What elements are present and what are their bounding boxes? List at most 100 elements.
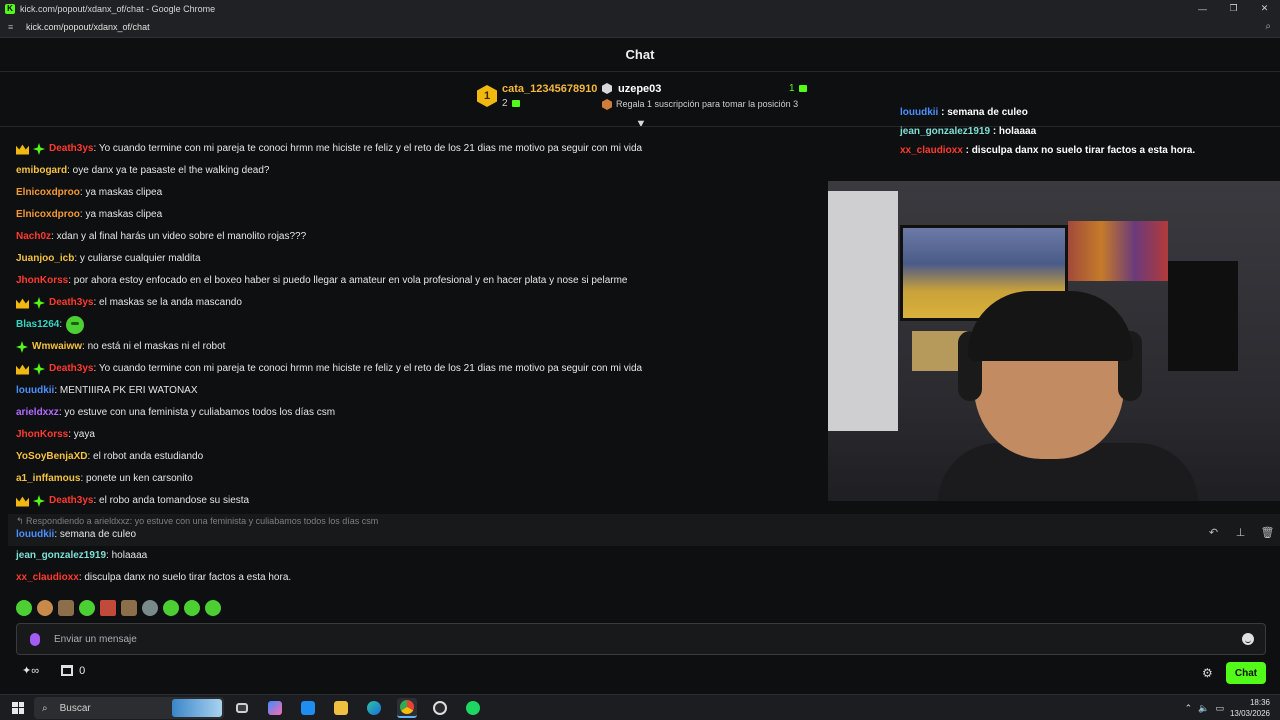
chat-username[interactable]: JhonKorss [16, 424, 68, 446]
emote-icon[interactable] [142, 600, 158, 616]
taskbar-search[interactable]: ⌕ Buscar [34, 697, 224, 719]
network-icon[interactable]: ▭ [1215, 703, 1224, 714]
minimize-button[interactable]: — [1187, 0, 1218, 17]
chat-message[interactable]: a1_inffamous: ponete un ken carsonito [16, 468, 193, 490]
chat-message[interactable]: JhonKorss: por ahora estoy enfocado en e… [16, 270, 627, 292]
chat-username[interactable]: Death3ys [49, 292, 93, 314]
chat-message[interactable]: Blas1264: [16, 314, 85, 336]
speaker-icon[interactable]: 🔈 [1198, 703, 1209, 714]
emote-icon[interactable] [184, 600, 200, 616]
emote-picker-icon[interactable] [1242, 633, 1254, 645]
crown-badge-icon [16, 298, 29, 309]
chat-message[interactable]: Juanjoo_icb: y culiarse cualquier maldit… [16, 248, 201, 270]
restore-button[interactable]: ❐ [1218, 0, 1249, 17]
chat-username[interactable]: Elnicoxdproo [16, 182, 80, 204]
crown-badge-icon [16, 144, 29, 155]
chat-username[interactable]: Elnicoxdproo [16, 204, 80, 226]
chat-username[interactable]: Death3ys [49, 138, 93, 160]
chrome-icon[interactable] [397, 698, 417, 718]
chat-username[interactable]: Death3ys [49, 358, 93, 380]
window-title: kick.com/popout/xdanx_of/chat - Google C… [20, 3, 216, 14]
spotify-icon[interactable] [463, 698, 483, 718]
chat-message[interactable]: Death3ys: el maskas se la anda mascando [16, 292, 242, 314]
send-chat-button[interactable]: Chat [1226, 662, 1266, 684]
chat-text: : y culiarse cualquier maldita [74, 253, 201, 264]
chat-text: : holaaaa [106, 550, 148, 561]
chat-username[interactable]: Wmwaiww [32, 336, 82, 358]
file-explorer-icon[interactable] [331, 698, 351, 718]
obs-icon[interactable] [430, 698, 450, 718]
chat-message[interactable]: JhonKorss: yaya [16, 424, 95, 446]
chat-message[interactable]: Death3ys: el robo anda tomandose su sies… [16, 490, 249, 512]
emote-icon[interactable] [121, 600, 137, 616]
chat-username[interactable]: a1_inffamous [16, 468, 80, 490]
chat-message[interactable]: Nach0z: xdan y al final harás un video s… [16, 226, 306, 248]
subscriber-badge-icon [33, 363, 45, 375]
channel-points-icon[interactable]: ✦∞ [22, 664, 39, 677]
emote-icon[interactable] [100, 600, 116, 616]
chat-username[interactable]: jean_gonzalez1919 [16, 545, 106, 567]
close-button[interactable]: ✕ [1249, 0, 1280, 17]
pin-icon[interactable]: ⊥ [1227, 523, 1254, 541]
edge-icon[interactable] [364, 698, 384, 718]
chat-username[interactable]: Death3ys [49, 490, 93, 512]
chat-username[interactable]: YoSoyBenjaXD [16, 446, 88, 468]
chat-message[interactable]: louudkii: semana de culeo [16, 524, 136, 546]
chat-username[interactable]: xx_claudioxx [16, 567, 79, 589]
chat-message[interactable]: emibogard: oye danx ya te pasaste el the… [16, 160, 269, 182]
chat-message[interactable]: Elnicoxdproo: ya maskas clipea [16, 204, 162, 226]
chat-message[interactable]: arieldxxz: yo estuve con una feminista y… [16, 402, 335, 424]
chat-username[interactable]: Nach0z [16, 226, 51, 248]
tray-chevron-icon[interactable]: ⌃ [1185, 703, 1193, 714]
chat-message[interactable]: Wmwaiww: no está ni el maskas ni el robo… [16, 336, 225, 358]
chat-text: : [59, 319, 63, 330]
message-input[interactable] [54, 624, 1242, 654]
message-input-box[interactable] [16, 623, 1266, 655]
chat-username[interactable]: JhonKorss [16, 270, 68, 292]
emote-icon[interactable] [79, 600, 95, 616]
leader-2-name[interactable]: uzepe03 [618, 83, 661, 95]
chat-username[interactable]: Blas1264 [16, 314, 59, 336]
site-info-icon[interactable]: ≡ [8, 22, 18, 32]
chat-username[interactable]: arieldxxz [16, 402, 59, 424]
delete-icon[interactable]: 🗑 [1254, 523, 1280, 541]
system-clock[interactable]: 18:36 13/03/2026 [1230, 697, 1270, 719]
chat-text: : el robot anda estudiando [87, 451, 204, 462]
chat-message[interactable]: Death3ys: Yo cuando termine con mi parej… [16, 138, 642, 160]
task-view-icon[interactable] [232, 698, 252, 718]
chat-message[interactable]: Death3ys: Yo cuando termine con mi parej… [16, 358, 642, 380]
video-door [828, 191, 898, 431]
emote-icon[interactable] [163, 600, 179, 616]
store-icon[interactable] [61, 665, 74, 676]
copilot-icon[interactable] [265, 698, 285, 718]
reply-icon[interactable]: ↶ [1200, 523, 1227, 541]
emote-icon[interactable] [58, 600, 74, 616]
chat-message[interactable]: jean_gonzalez1919: holaaaa [16, 545, 147, 567]
leader-1-name[interactable]: cata_12345678910 [502, 83, 597, 95]
url-text[interactable]: kick.com/popout/xdanx_of/chat [26, 22, 150, 32]
windows-start-icon[interactable] [12, 701, 24, 714]
chat-message[interactable]: louudkii: MENTIIIRA PK ERI WATONAX [16, 380, 198, 402]
overlay-chat-line: jean_gonzalez1919 : holaaaa [900, 126, 1036, 137]
user-badges [16, 363, 45, 375]
chat-message[interactable]: YoSoyBenjaXD: el robot anda estudiando [16, 446, 203, 468]
emote-icon[interactable] [37, 600, 53, 616]
collapse-leaderboard-icon[interactable]: ▼ [634, 118, 648, 130]
microphone-icon[interactable] [30, 632, 40, 646]
chat-text: : el maskas se la anda mascando [93, 297, 242, 308]
chat-message[interactable]: Elnicoxdproo: ya maskas clipea [16, 182, 162, 204]
chat-username[interactable]: emibogard [16, 160, 67, 182]
stream-video[interactable] [828, 181, 1280, 501]
chat-username[interactable]: louudkii [16, 524, 54, 546]
emote-icon[interactable] [205, 600, 221, 616]
address-bar[interactable]: ≡ kick.com/popout/xdanx_of/chat ⌕ [0, 17, 1280, 38]
overlay-chat-line: louudkii : semana de culeo [900, 107, 1028, 118]
store-app-icon[interactable] [298, 698, 318, 718]
chat-message[interactable]: xx_claudioxx: disculpa danx no suelo tir… [16, 567, 291, 589]
user-badges [16, 143, 45, 155]
emote-icon[interactable] [16, 600, 32, 616]
chat-settings-icon[interactable]: ⚙ [1202, 667, 1214, 679]
chat-username[interactable]: louudkii [16, 380, 54, 402]
chat-username[interactable]: Juanjoo_icb [16, 248, 74, 270]
zoom-icon[interactable]: ⌕ [1265, 21, 1271, 32]
